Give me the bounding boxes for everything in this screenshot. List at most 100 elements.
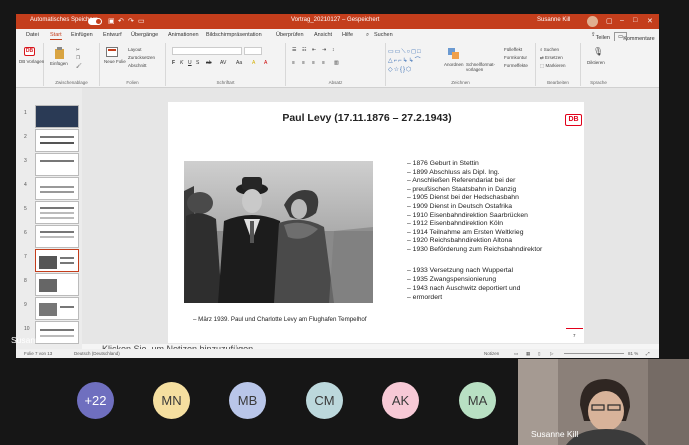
close-icon[interactable]: ✕ — [647, 17, 653, 25]
participant-avatar[interactable]: CM — [306, 382, 343, 419]
save-icon[interactable]: ▣ — [108, 17, 115, 25]
participant-avatar[interactable]: MB — [229, 382, 266, 419]
increase-indent-icon[interactable]: ⇥ — [322, 47, 326, 53]
reading-view-icon[interactable]: ▯ — [538, 351, 540, 357]
justify-icon[interactable]: ≡ — [322, 60, 325, 66]
sorter-view-icon[interactable]: ▦ — [526, 351, 530, 357]
bullets-icon[interactable]: ☰ — [292, 47, 296, 53]
slide-thumbnail[interactable] — [35, 225, 79, 248]
slide-thumbnail[interactable] — [35, 273, 79, 296]
slide-thumbnail[interactable] — [35, 297, 79, 320]
select-button[interactable]: ⬚ Markieren — [540, 63, 566, 69]
align-right-icon[interactable]: ≡ — [312, 60, 315, 66]
language-status[interactable]: Deutsch (Deutschland) — [74, 351, 120, 356]
share-button[interactable]: ⇪ Teilen — [591, 32, 610, 41]
tab-uebergaenge[interactable]: Übergänge — [131, 32, 158, 38]
db-templates-label[interactable]: DB Vorlagen — [19, 59, 44, 64]
tab-bildschirmpraesentation[interactable]: Bildschirmpräsentation — [206, 32, 262, 38]
align-left-icon[interactable]: ≡ — [292, 60, 295, 66]
slide-thumbnail[interactable] — [35, 129, 79, 152]
participant-avatar[interactable]: MN — [153, 382, 190, 419]
quick-styles-label[interactable]: Schnellformat-vorlagen — [466, 62, 496, 72]
tab-animationen[interactable]: Animationen — [168, 32, 199, 38]
redo-icon[interactable]: ↷ — [128, 17, 134, 25]
effects-button[interactable]: Formeffekte — [504, 63, 528, 68]
slide-thumbnail[interactable] — [35, 201, 79, 224]
copy-icon[interactable]: ❐ — [76, 55, 80, 61]
tab-hilfe[interactable]: Hilfe — [342, 32, 353, 38]
cut-icon[interactable]: ✂ — [76, 47, 80, 53]
reset-button[interactable]: Zurücksetzen — [128, 55, 155, 60]
columns-icon[interactable]: ▥ — [334, 60, 339, 66]
numbering-icon[interactable]: ☷ — [302, 47, 306, 53]
align-center-icon[interactable]: ≡ — [302, 60, 305, 66]
ribbon-options-icon[interactable]: ▢ — [606, 17, 613, 25]
biography-list-1[interactable]: 1876 Geburt in Stettin 1899 Abschluss al… — [407, 160, 542, 255]
dictate-label[interactable]: Diktieren — [587, 60, 605, 65]
microphone-icon[interactable]: 🎙 — [593, 47, 603, 56]
replace-button[interactable]: ⇄ Ersetzen — [540, 55, 563, 61]
slide-thumbnail[interactable] — [35, 177, 79, 200]
decrease-indent-icon[interactable]: ⇤ — [312, 47, 316, 53]
arrange-icon[interactable] — [448, 48, 460, 60]
case-icon[interactable]: Aa — [236, 60, 242, 66]
participants-overflow-avatar[interactable]: +22 — [77, 382, 114, 419]
zoom-slider[interactable] — [564, 353, 624, 354]
tab-ansicht[interactable]: Ansicht — [314, 32, 332, 38]
format-painter-icon[interactable]: 🖌 — [76, 63, 82, 69]
shadow-icon[interactable]: S — [196, 60, 199, 66]
underline-icon[interactable]: U — [188, 60, 192, 66]
tab-entwurf[interactable]: Entwurf — [103, 32, 122, 38]
font-size-select[interactable] — [244, 47, 262, 55]
user-name[interactable]: Susanne Kill — [537, 17, 570, 23]
slide-thumbnail-active[interactable] — [35, 249, 79, 272]
normal-view-icon[interactable]: ▭ — [514, 351, 518, 357]
biography-list-2[interactable]: 1933 Versetzung nach Wuppertal 1935 Zwan… — [407, 266, 521, 302]
find-button[interactable]: ⌕ Suchen — [540, 47, 559, 52]
paste-label[interactable]: Einfügen — [50, 61, 68, 66]
line-spacing-icon[interactable]: ↕ — [332, 47, 335, 53]
undo-icon[interactable]: ↶ — [118, 17, 124, 25]
slide-thumbnail[interactable] — [35, 105, 79, 128]
minimize-icon[interactable]: – — [620, 17, 624, 24]
new-slide-icon[interactable] — [106, 47, 118, 57]
tab-datei[interactable]: Datei — [26, 32, 39, 38]
tab-einfuegen[interactable]: Einfügen — [71, 32, 93, 38]
participant-avatar[interactable]: AK — [382, 382, 419, 419]
fill-button[interactable]: Fülleffekt — [504, 47, 522, 52]
user-avatar[interactable] — [587, 16, 598, 27]
self-video-tile[interactable]: Susanne Kill — [518, 359, 689, 445]
current-slide[interactable]: Paul Levy (17.11.1876 – 27.2.1943) DB – … — [168, 102, 584, 343]
outline-button[interactable]: Formkontur — [504, 55, 527, 60]
present-icon[interactable]: ▭ — [138, 17, 145, 25]
tab-ueberpruefen[interactable]: Überprüfen — [276, 32, 304, 38]
spacing-icon[interactable]: AV — [220, 60, 226, 66]
slide-title[interactable]: Paul Levy (17.11.1876 – 27.2.1943) — [168, 112, 566, 124]
highlight-icon[interactable]: A — [252, 60, 255, 66]
font-family-select[interactable] — [172, 47, 242, 55]
new-slide-label[interactable]: Neue Folie — [104, 59, 126, 64]
historic-photo[interactable] — [184, 161, 373, 303]
autosave-toggle[interactable] — [88, 18, 102, 25]
shapes-gallery[interactable]: ▭▭⟍○◻□ △⌐⌐↳↳⌒ ◇☆{}⬡ — [388, 48, 440, 76]
fit-slide-icon[interactable]: ⤢ — [646, 351, 650, 356]
participant-avatar[interactable]: MA — [459, 382, 496, 419]
notes-toggle[interactable]: Notizen — [484, 351, 499, 356]
slideshow-icon[interactable]: ▷ — [550, 351, 553, 357]
slide-thumbnail[interactable] — [35, 153, 79, 176]
search-input[interactable]: Suchen — [374, 32, 393, 38]
maximize-icon[interactable]: □ — [633, 17, 637, 24]
arrange-label[interactable]: Anordnen — [444, 62, 464, 67]
strikethrough-icon[interactable]: ab — [206, 60, 212, 66]
search-icon[interactable]: ⌕ — [366, 32, 369, 39]
italic-icon[interactable]: K — [180, 60, 183, 66]
tab-start[interactable]: Start — [50, 32, 62, 40]
db-templates-icon[interactable]: DB — [24, 47, 35, 56]
layout-button[interactable]: Layout — [128, 47, 142, 52]
zoom-level[interactable]: 81 % — [628, 351, 638, 356]
section-button[interactable]: Abschnitt — [128, 63, 147, 68]
paste-icon[interactable] — [54, 47, 65, 59]
bold-icon[interactable]: F — [172, 60, 175, 66]
photo-caption[interactable]: – März 1939. Paul und Charlotte Levy am … — [193, 316, 367, 323]
font-color-icon[interactable]: A — [264, 60, 267, 66]
